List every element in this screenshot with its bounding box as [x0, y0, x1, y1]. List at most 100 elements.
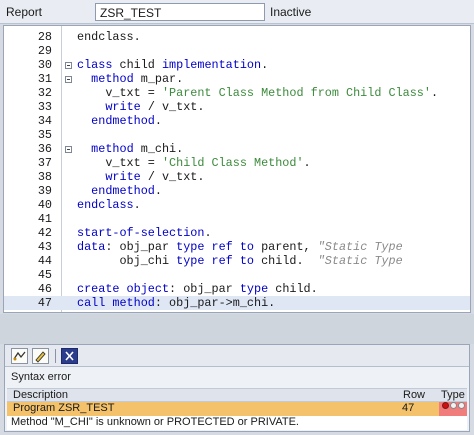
report-name-field[interactable]: ZSR_TEST — [95, 3, 265, 21]
code-line[interactable]: 45 — [4, 268, 470, 282]
code-line[interactable]: 42 start-of-selection. — [4, 226, 470, 240]
code-token: endclass. — [77, 30, 141, 44]
fold-toggle-icon[interactable] — [65, 62, 72, 69]
line-number: 42 — [37, 226, 52, 240]
code-line[interactable]: 44 obj_chi type ref to child. "Static Ty… — [4, 254, 470, 268]
code-token: . — [133, 198, 141, 212]
line-number: 39 — [37, 184, 52, 198]
code-token: . — [154, 184, 162, 198]
error-panel-title: Syntax error — [11, 371, 71, 383]
string-token: 'Child Class Method' — [161, 156, 304, 170]
keyword-token: endclass — [77, 198, 134, 212]
keyword-token: type ref to — [176, 254, 254, 268]
error-table-header: Description Row Type — [7, 388, 467, 402]
keyword-token: write — [105, 170, 141, 184]
code-line[interactable]: 46 create object: obj_par type child. — [4, 282, 470, 296]
code-line[interactable]: 41 — [4, 212, 470, 226]
keyword-token: implementation — [161, 58, 262, 72]
code-token: m_par. — [133, 72, 184, 86]
error-row-message[interactable]: Method "M_CHI" is unknown or PROTECTED o… — [7, 416, 467, 430]
error-message: Method "M_CHI" is unknown or PROTECTED o… — [11, 416, 299, 428]
code-line[interactable]: 40 endclass. — [4, 198, 470, 212]
column-type[interactable]: Type — [441, 389, 465, 401]
code-token: . — [261, 58, 269, 72]
keyword-token: type ref to — [176, 240, 254, 254]
code-token: m_chi. — [133, 142, 184, 156]
code-text: v_txt = 'Child Class Method'. — [77, 156, 311, 170]
string-token: 'Parent Class Method from Child Class' — [161, 86, 431, 100]
code-line[interactable]: 33 write / v_txt. — [4, 100, 470, 114]
line-number: 28 — [37, 30, 52, 44]
keyword-token: method — [91, 72, 134, 86]
close-icon-button[interactable] — [61, 348, 78, 364]
line-number: 44 — [37, 254, 52, 268]
code-line[interactable]: 29 — [4, 44, 470, 58]
pencil-icon — [35, 351, 46, 363]
code-text: endclass. — [77, 30, 141, 44]
line-number: 45 — [37, 268, 52, 282]
code-line[interactable]: 38 write / v_txt. — [4, 170, 470, 184]
line-number: 37 — [37, 156, 52, 170]
correct-icon-button[interactable] — [32, 348, 49, 364]
code-line[interactable]: 47 call method: obj_par->m_chi. — [4, 296, 470, 310]
code-token: . — [154, 114, 162, 128]
code-line[interactable]: 39 endmethod. — [4, 184, 470, 198]
code-token: . — [303, 156, 311, 170]
report-label: Report — [6, 5, 43, 19]
navigate-icon-button[interactable] — [11, 348, 28, 364]
error-row-program[interactable]: Program ZSR_TEST 47 — [7, 402, 467, 416]
navigate-icon — [13, 351, 26, 361]
keyword-token: write — [105, 100, 141, 114]
green-lamp-icon — [458, 402, 465, 409]
fold-toggle-icon[interactable] — [65, 146, 72, 153]
keyword-token: data — [77, 240, 106, 254]
code-line[interactable]: 36 method m_chi. — [4, 142, 470, 156]
code-token: / v_txt. — [140, 170, 205, 184]
keyword-token: call method — [77, 296, 155, 310]
line-number: 35 — [37, 128, 52, 142]
toolbar-separator — [55, 349, 56, 363]
keyword-token: endmethod — [91, 184, 155, 198]
code-text: create object: obj_par type child. — [77, 282, 318, 296]
yellow-lamp-icon — [450, 402, 457, 409]
keyword-token: create object — [77, 282, 170, 296]
code-line[interactable]: 32 v_txt = 'Parent Class Method from Chi… — [4, 86, 470, 100]
syntax-error-panel: Syntax error Description Row Type Progra… — [4, 344, 470, 432]
keyword-token: start-of-selection — [77, 226, 205, 240]
keyword-token: endmethod — [91, 114, 155, 128]
line-number: 31 — [37, 72, 52, 86]
code-line[interactable]: 34 endmethod. — [4, 114, 470, 128]
line-number: 33 — [37, 100, 52, 114]
line-number: 41 — [37, 212, 52, 226]
code-line[interactable]: 30 class child implementation. — [4, 58, 470, 72]
column-row[interactable]: Row — [403, 389, 425, 401]
fold-toggle-icon[interactable] — [65, 76, 72, 83]
code-token: v_txt = — [77, 156, 162, 170]
line-number: 32 — [37, 86, 52, 100]
code-editor[interactable]: 28 endclass. 29 30 class child implementatio… — [3, 25, 471, 313]
code-line[interactable]: 28 endclass. — [4, 30, 470, 44]
column-description[interactable]: Description — [13, 389, 68, 401]
line-number: 46 — [37, 282, 52, 296]
code-text: endclass. — [77, 198, 141, 212]
code-text: endmethod. — [77, 184, 162, 198]
red-lamp-icon — [442, 402, 449, 409]
code-token: . — [204, 226, 212, 240]
error-toolbar — [5, 345, 469, 367]
code-token: / v_txt. — [140, 100, 205, 114]
code-line[interactable]: 37 v_txt = 'Child Class Method'. — [4, 156, 470, 170]
line-number: 43 — [37, 240, 52, 254]
line-number: 40 — [37, 198, 52, 212]
code-token: : obj_par — [169, 282, 240, 296]
code-line[interactable]: 35 — [4, 128, 470, 142]
keyword-token: class — [77, 58, 113, 72]
code-line[interactable]: 31 method m_par. — [4, 72, 470, 86]
report-header-bar: Report ZSR_TEST Inactive — [0, 0, 474, 24]
code-line[interactable]: 43 data: obj_par type ref to parent, "Sta… — [4, 240, 470, 254]
code-text: obj_chi type ref to child. "Static Type — [77, 254, 402, 268]
code-token: child. — [254, 254, 318, 268]
